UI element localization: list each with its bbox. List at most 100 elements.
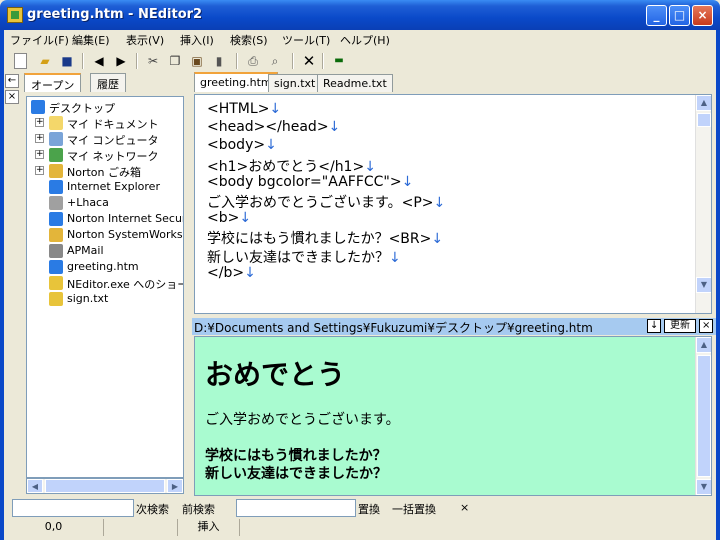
preview-bold-line-2: 新しい友達はできましたか？ xyxy=(205,466,387,482)
eol-mark: ↓ xyxy=(389,249,401,266)
norton-internet-security-icon xyxy=(49,212,63,226)
cut-icon[interactable]: ✂ xyxy=(144,52,162,70)
app-icon[interactable] xyxy=(7,7,23,23)
my-computer-icon xyxy=(49,132,63,146)
tab-open[interactable]: オープン xyxy=(24,73,82,92)
internet-explorer-icon xyxy=(49,180,63,194)
left-tabs: オープン 履歴 xyxy=(4,72,186,92)
recycle-bin-icon xyxy=(49,164,63,178)
close-file-icon[interactable]: ✕ xyxy=(300,52,318,70)
back-arrow-icon[interactable]: ◀ xyxy=(90,52,108,70)
tree-item-label: greeting.htm xyxy=(67,260,139,273)
desktop-icon xyxy=(31,100,45,114)
preview-vertical-scrollbar[interactable]: ▲ ▼ xyxy=(695,337,711,495)
tree-item-label: マイ コンピュータ xyxy=(67,134,159,147)
menu-view[interactable]: 表示(V) xyxy=(126,32,164,48)
tab-readme[interactable]: Readme.txt xyxy=(317,74,393,92)
tree-horizontal-scrollbar[interactable]: ◀ ▶ xyxy=(26,478,184,494)
close-pane-button[interactable]: × xyxy=(5,90,19,104)
code-line: <h1>おめでとう</h1>↓ xyxy=(207,158,376,175)
scroll-thumb[interactable] xyxy=(45,479,165,493)
preview-close-button[interactable]: × xyxy=(699,319,713,333)
eol-mark: ↓ xyxy=(401,173,414,190)
code-line: 学校にはもう慣れましたか？<BR>↓ xyxy=(207,231,444,248)
forward-arrow-icon[interactable]: ▶ xyxy=(112,52,130,70)
insert-mode: 挿入 xyxy=(178,519,240,536)
browser-view-icon[interactable]: ▬ xyxy=(330,52,348,70)
editor-vertical-scrollbar[interactable]: ▲ ▼ xyxy=(695,95,711,313)
replace-button[interactable]: 置換 xyxy=(358,501,380,517)
tree-item-label: +Lhaca xyxy=(67,196,109,209)
html-preview: おめでとう ご入学おめでとうございます。 学校にはもう慣れましたか？ 新しい友達… xyxy=(194,336,712,496)
find-prev-button[interactable]: 前検索 xyxy=(182,501,215,517)
apmail-icon xyxy=(49,244,63,258)
replace-all-button[interactable]: 一括置換 xyxy=(392,501,436,517)
save-icon[interactable]: ■ xyxy=(58,52,76,70)
paste-icon[interactable]: ▣ xyxy=(188,52,206,70)
code-line: <head></head>↓ xyxy=(207,119,341,136)
expand-icon[interactable]: + xyxy=(35,134,44,143)
scroll-down-arrow[interactable]: ▼ xyxy=(696,277,711,293)
preview-heading: おめでとう xyxy=(205,358,346,391)
tree-item-label: Internet Explorer xyxy=(67,180,160,193)
tab-history[interactable]: 履歴 xyxy=(90,73,126,92)
tree-item-label: Norton Internet Securi xyxy=(67,212,184,225)
preview-header: D:¥Documents and Settings¥Fukuzumi¥デスクトッ… xyxy=(192,318,716,335)
eol-mark: ↓ xyxy=(244,264,256,281)
toolbar: ▰ ■ ◀ ▶ ✂ ❐ ▣ ▮ ⎙ ⌕ ✕ ▬ xyxy=(4,50,716,72)
status-blank xyxy=(104,519,178,536)
scroll-left-arrow[interactable]: ◀ xyxy=(27,479,43,493)
eol-mark: ↓ xyxy=(269,101,282,117)
title-bar[interactable]: greeting.htm - NEditor2 _ □ × xyxy=(0,0,720,30)
eol-mark: ↓ xyxy=(433,195,446,211)
open-folder-icon[interactable]: ▰ xyxy=(36,52,54,70)
menu-edit[interactable]: 編集(E) xyxy=(72,32,110,48)
print-icon[interactable]: ⎙ xyxy=(244,52,262,70)
scroll-up-arrow[interactable]: ▲ xyxy=(696,337,711,353)
eol-mark: ↓ xyxy=(364,158,376,175)
menu-insert[interactable]: 挿入(I) xyxy=(180,32,214,48)
menu-file[interactable]: ファイル(F) xyxy=(10,32,69,48)
norton-systemworks-icon xyxy=(49,228,63,242)
scroll-right-arrow[interactable]: ▶ xyxy=(167,479,183,493)
scroll-thumb[interactable] xyxy=(697,113,711,127)
preview-bold-line-1: 学校にはもう慣れましたか？ xyxy=(205,448,387,464)
code-line: <body>↓ xyxy=(207,137,277,154)
find-next-button[interactable]: 次検索 xyxy=(136,501,169,517)
code-line: </b>↓ xyxy=(207,264,256,281)
menu-help[interactable]: ヘルプ(H) xyxy=(340,32,390,48)
eol-mark: ↓ xyxy=(431,231,444,248)
maximize-button[interactable]: □ xyxy=(669,5,690,26)
scroll-thumb[interactable] xyxy=(697,355,711,477)
menu-tools[interactable]: ツール(T) xyxy=(282,32,330,48)
tree-item-label: APMail xyxy=(67,244,104,257)
search-input[interactable] xyxy=(12,499,134,517)
delete-icon[interactable]: ▮ xyxy=(210,52,228,70)
code-editor[interactable]: <HTML>↓ <head></head>↓ <body>↓ <h1>おめでとう</h… xyxy=(194,94,712,314)
new-file-icon[interactable] xyxy=(14,53,27,69)
copy-icon[interactable]: ❐ xyxy=(166,52,184,70)
expand-icon[interactable]: + xyxy=(35,118,44,127)
lhaca-icon xyxy=(49,196,63,210)
scroll-down-arrow[interactable]: ▼ xyxy=(696,479,711,495)
tree-item-label: NEditor.exe へのショー xyxy=(67,278,184,291)
refresh-button[interactable]: 更新 xyxy=(664,319,696,333)
tree-item-label: Norton SystemWorks xyxy=(67,228,183,241)
expand-icon[interactable]: + xyxy=(35,150,44,159)
print-preview-icon[interactable]: ⌕ xyxy=(266,52,284,70)
expand-icon[interactable]: + xyxy=(35,166,44,175)
eol-mark: ↓ xyxy=(265,137,277,154)
tree-item-label: Norton ごみ箱 xyxy=(67,166,141,179)
preview-down-button[interactable]: ↓ xyxy=(647,319,661,333)
close-button[interactable]: × xyxy=(692,5,713,26)
replace-input[interactable] xyxy=(236,499,356,517)
menu-search[interactable]: 検索(S) xyxy=(230,32,268,48)
tab-sign[interactable]: sign.txt xyxy=(268,74,322,92)
scroll-up-arrow[interactable]: ▲ xyxy=(696,95,711,111)
code-line: ご入学おめでとうございます。<P>↓ xyxy=(207,195,446,211)
tree-item-label: マイ ドキュメント xyxy=(67,118,159,131)
tab-greeting[interactable]: greeting.htm xyxy=(194,72,278,92)
tree-item-label: sign.txt xyxy=(67,292,109,305)
minimize-button[interactable]: _ xyxy=(646,5,667,26)
search-close-button[interactable]: × xyxy=(460,501,469,514)
